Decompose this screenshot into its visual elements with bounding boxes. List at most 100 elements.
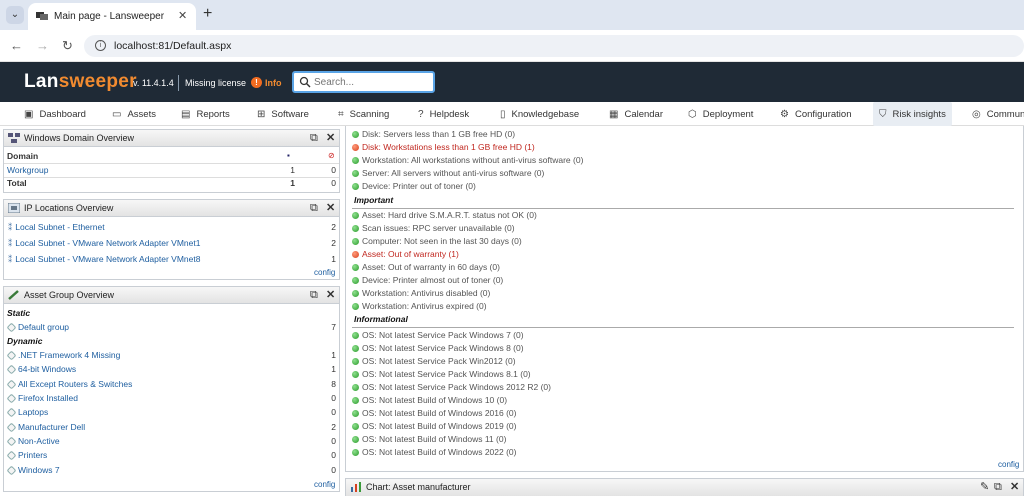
add-widget-icon[interactable]: ⧉	[310, 287, 318, 304]
report-item[interactable]: Computer: Not seen in the last 30 days (…	[352, 235, 522, 248]
report-item[interactable]: Workstation: Antivirus expired (0)	[352, 300, 487, 313]
report-text: Workstation: Antivirus expired (0)	[362, 301, 487, 311]
group-link[interactable]: Windows 7	[18, 465, 60, 475]
report-item[interactable]: Disk: Workstations less than 1 GB free H…	[352, 141, 535, 154]
group-link[interactable]: Manufacturer Dell	[18, 422, 85, 432]
new-tab-button[interactable]: +	[203, 5, 212, 23]
group-link[interactable]: Firefox Installed	[18, 393, 78, 403]
info-link[interactable]: Info	[265, 78, 282, 88]
ip-row: ⁑ Local Subnet - VMware Network Adapter V…	[4, 253, 200, 266]
group-link[interactable]: Printers	[18, 450, 47, 460]
nav-knowledgebase[interactable]: ▯ Knowledgebase	[500, 102, 579, 126]
nav-helpdesk[interactable]: ? Helpdesk	[418, 102, 469, 126]
add-widget-icon[interactable]: ⧉	[310, 200, 318, 217]
report-item[interactable]: Workstation: Antivirus disabled (0)	[352, 287, 490, 300]
nav-scanning[interactable]: ⌗ Scanning	[338, 102, 389, 126]
report-item[interactable]: OS: Not latest Build of Windows 2022 (0)	[352, 446, 517, 459]
report-item[interactable]: Device: Printer almost out of toner (0)	[352, 274, 503, 287]
browser-tab[interactable]: Main page - Lansweeper ✕	[28, 3, 196, 30]
close-icon[interactable]: ✕	[326, 287, 335, 304]
url-text[interactable]: localhost:81/Default.aspx	[114, 40, 231, 52]
report-text: OS: Not latest Service Pack Windows 2012…	[362, 382, 551, 392]
add-widget-icon[interactable]: ⧉	[310, 130, 318, 147]
report-text: OS: Not latest Build of Windows 10 (0)	[362, 395, 508, 405]
ip-locations-panel: IP Locations Overview ⧉ ✕ ⁑ Local Subnet …	[3, 199, 340, 280]
shield-icon: ⛉	[879, 108, 887, 120]
nav-deployment[interactable]: ⬡ Deployment	[688, 102, 753, 126]
nav-community[interactable]: ◎ Commun	[972, 102, 1024, 126]
nav-label: Software	[271, 108, 309, 120]
group-link[interactable]: All Except Routers & Switches	[18, 379, 132, 389]
tab-search-chevron-icon[interactable]: ⌄	[6, 6, 24, 24]
group-count: 8	[331, 379, 336, 389]
report-item[interactable]: OS: Not latest Service Pack Windows 8 (0…	[352, 342, 524, 355]
report-item[interactable]: Device: Printer out of toner (0)	[352, 180, 476, 193]
group-link[interactable]: Default group	[18, 322, 69, 332]
nav-assets[interactable]: ▭ Assets	[112, 102, 156, 126]
ip-count: 2	[331, 238, 336, 248]
asset-group-panel: Asset Group Overview ⧉ ✕ Static Default …	[3, 286, 340, 492]
report-item[interactable]: Asset: Out of warranty in 60 days (0)	[352, 261, 500, 274]
close-icon[interactable]: ✕	[326, 200, 335, 217]
close-icon[interactable]: ✕	[326, 130, 335, 147]
report-text: Asset: Out of warranty in 60 days (0)	[362, 262, 500, 272]
report-item[interactable]: OS: Not latest Service Pack Win2012 (0)	[352, 355, 516, 368]
lansweeper-favicon-icon	[36, 12, 48, 20]
report-item[interactable]: Server: All servers without anti-virus s…	[352, 167, 544, 180]
report-item[interactable]: OS: Not latest Service Pack Windows 8.1 …	[352, 368, 531, 381]
nav-calendar[interactable]: ▦ Calendar	[609, 102, 663, 126]
group-link[interactable]: Laptops	[18, 407, 48, 417]
nav-dashboard[interactable]: ▣ Dashboard	[24, 102, 86, 126]
config-link[interactable]: config	[998, 460, 1019, 469]
forward-icon[interactable]: →	[36, 38, 49, 53]
config-link[interactable]: config	[314, 268, 335, 277]
report-item[interactable]: Scan issues: RPC server unavailable (0)	[352, 222, 515, 235]
report-text: OS: Not latest Build of Windows 2016 (0)	[362, 408, 517, 418]
nav-configuration[interactable]: ⚙ Configuration	[780, 102, 851, 126]
ip-location-link[interactable]: Local Subnet - VMware Network Adapter VM…	[15, 254, 200, 264]
report-item[interactable]: OS: Not latest Build of Windows 11 (0)	[352, 433, 506, 446]
report-text: OS: Not latest Build of Windows 2022 (0)	[362, 447, 517, 457]
domain-header: Domain	[7, 151, 39, 161]
group-icon	[6, 450, 17, 461]
nav-risk-insights[interactable]: ⛉ Risk insights	[873, 102, 952, 126]
close-icon[interactable]: ✕	[1010, 479, 1019, 496]
url-box[interactable]: i localhost:81/Default.aspx	[84, 35, 1024, 57]
add-widget-icon[interactable]: ⧉	[994, 479, 1002, 496]
report-text: Computer: Not seen in the last 30 days (…	[362, 236, 522, 246]
search-box[interactable]	[292, 71, 435, 93]
report-item[interactable]: OS: Not latest Service Pack Windows 7 (0…	[352, 329, 524, 342]
edit-icon[interactable]: ✎	[980, 479, 989, 496]
group-link[interactable]: 64-bit Windows	[18, 364, 76, 374]
tab-close-icon[interactable]: ✕	[178, 9, 187, 22]
domain-workgroup-link[interactable]: Workgroup	[7, 164, 48, 177]
report-item[interactable]: OS: Not latest Build of Windows 10 (0)	[352, 394, 507, 407]
group-link[interactable]: .NET Framework 4 Missing	[18, 350, 120, 360]
report-item[interactable]: Asset: Hard drive S.M.A.R.T. status not …	[352, 209, 537, 222]
site-info-icon[interactable]: i	[95, 40, 106, 51]
search-input[interactable]	[314, 75, 429, 89]
software-icon: ⊞	[257, 108, 266, 120]
back-icon[interactable]: ←	[10, 38, 23, 53]
lansweeper-logo[interactable]: Lansweeper	[24, 71, 137, 93]
nav-label: Configuration	[794, 108, 852, 120]
group-count: 2	[331, 422, 336, 432]
report-item[interactable]: OS: Not latest Build of Windows 2016 (0)	[352, 407, 517, 420]
report-item[interactable]: OS: Not latest Build of Windows 2019 (0)	[352, 420, 517, 433]
group-icon	[6, 422, 17, 433]
reload-icon[interactable]: ↻	[62, 38, 73, 54]
report-item[interactable]: OS: Not latest Service Pack Windows 2012…	[352, 381, 551, 394]
report-item[interactable]: Workstation: All workstations without an…	[352, 154, 583, 167]
ip-location-link[interactable]: Local Subnet - VMware Network Adapter VM…	[15, 238, 200, 248]
nav-label: Helpdesk	[429, 108, 470, 120]
report-item[interactable]: Disk: Servers less than 1 GB free HD (0)	[352, 128, 515, 141]
group-link[interactable]: Non-Active	[18, 436, 60, 446]
nav-software[interactable]: ⊞ Software	[257, 102, 309, 126]
group-row: Manufacturer Dell	[4, 421, 85, 434]
nav-reports[interactable]: ▤ Reports	[181, 102, 230, 126]
report-item[interactable]: Asset: Out of warranty (1)	[352, 248, 459, 261]
info-icon[interactable]: !	[251, 77, 262, 88]
panel-title: Chart: Asset manufacturer ✎ ⧉ ✕	[346, 479, 1023, 496]
config-link[interactable]: config	[314, 480, 335, 489]
ip-location-link[interactable]: Local Subnet - Ethernet	[15, 222, 104, 232]
